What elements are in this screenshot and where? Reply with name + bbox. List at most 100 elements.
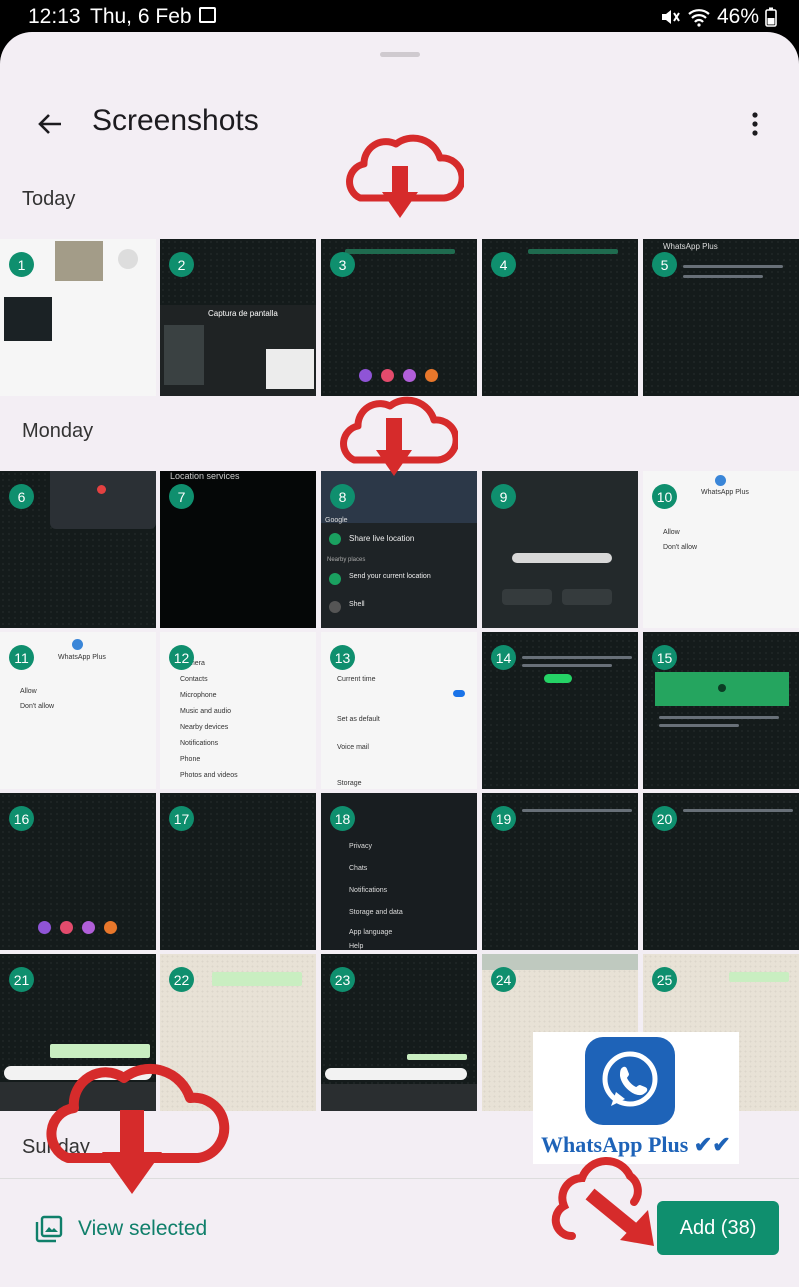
download-cloud-icon	[346, 134, 464, 218]
status-time: 12:13	[28, 5, 81, 28]
thumb-text: App language	[349, 929, 393, 936]
keyboard	[321, 1084, 477, 1111]
toggle-switch	[453, 690, 465, 697]
selection-badge: 20	[652, 806, 677, 831]
selection-badge: 21	[9, 967, 34, 992]
thumbnail-3[interactable]: 3	[321, 239, 477, 396]
text-line	[659, 716, 779, 719]
selection-badge: 3	[330, 252, 355, 277]
thumb-text: Set as default	[337, 716, 380, 723]
place-icon	[329, 601, 341, 613]
thumbnail-17[interactable]: 17	[160, 793, 316, 950]
thumbnail-23[interactable]: 23	[321, 954, 477, 1111]
thumb-text: Microphone	[180, 692, 217, 699]
map-pin-icon	[97, 485, 106, 494]
back-button[interactable]	[30, 104, 70, 144]
chat-bubble	[407, 1054, 467, 1060]
thumb-text: Nearby devices	[180, 724, 229, 731]
thumbnail-8[interactable]: 8 Google Share live location Nearby plac…	[321, 471, 477, 628]
keyboard	[0, 1082, 156, 1111]
selection-badge: 13	[330, 645, 355, 670]
selection-badge: 15	[652, 645, 677, 670]
attach-audio-icon	[425, 369, 438, 382]
battery-percent: 46%	[716, 5, 759, 28]
selection-badge: 11	[9, 645, 34, 670]
whatsapp-logo-icon	[585, 1037, 675, 1125]
thumb-text: Contacts	[180, 676, 208, 683]
more-options-button[interactable]	[738, 104, 772, 144]
thumb-text: Allow	[663, 529, 680, 536]
attach-audio-icon	[104, 921, 117, 934]
selection-badge: 25	[652, 967, 677, 992]
attach-doc-icon	[359, 369, 372, 382]
thumb-text: Voice mail	[337, 744, 369, 751]
quick-tile	[502, 589, 552, 605]
selection-badge: 8	[330, 484, 355, 509]
section-label-today: Today	[22, 188, 76, 210]
chat-bubble	[345, 249, 455, 254]
whatsapp-plus-wordmark: WhatsApp Plus ✔✔	[541, 1132, 731, 1158]
brand-text: WhatsApp Plus	[541, 1132, 689, 1157]
thumb-text: WhatsApp Plus	[663, 242, 718, 251]
bottom-sheet: Screenshots Today Monday 1 2 Captura de …	[0, 32, 799, 1287]
mini-button	[544, 674, 572, 683]
thumbnail-7[interactable]: 7 Location services	[160, 471, 316, 628]
selection-badge: 19	[491, 806, 516, 831]
chat-bubble	[212, 972, 302, 986]
text-line	[683, 809, 793, 812]
thumbnail-22[interactable]: 22	[160, 954, 316, 1111]
thumb-text: Chats	[349, 865, 368, 872]
section-label-sunday: Sunday	[22, 1136, 90, 1158]
thumbnail-10[interactable]: 10 WhatsApp Plus Allow Don't allow	[643, 471, 799, 628]
attach-gallery-icon	[403, 369, 416, 382]
thumbnail-4[interactable]: 4	[482, 239, 638, 396]
thumb-text: WhatsApp Plus	[58, 654, 106, 661]
thumbnail-5[interactable]: 5 WhatsApp Plus	[643, 239, 799, 396]
view-selected-button[interactable]: View selected	[34, 1214, 207, 1244]
text-line	[683, 275, 763, 278]
live-location-icon	[329, 533, 341, 545]
quick-tile	[562, 589, 612, 605]
selection-badge: 4	[491, 252, 516, 277]
thumbnail-1[interactable]: 1	[0, 239, 156, 396]
text-line	[522, 656, 632, 659]
brightness-slider	[512, 553, 612, 563]
selection-badge: 12	[169, 645, 194, 670]
thumb-text: Share live location	[349, 534, 415, 543]
add-button[interactable]: Add (38)	[657, 1201, 779, 1255]
whatsapp-plus-logo: WhatsApp Plus ✔✔	[533, 1032, 739, 1164]
mini-screenshot	[4, 297, 52, 341]
thumbnail-21[interactable]: 21	[0, 954, 156, 1111]
map-card	[50, 471, 156, 529]
thumbnail-11[interactable]: 11 WhatsApp Plus Allow Don't allow	[0, 632, 156, 789]
thumbnail-20[interactable]: 20	[643, 793, 799, 950]
thumbnail-14[interactable]: 14	[482, 632, 638, 789]
arrow-left-icon	[38, 114, 61, 134]
thumbnail-2[interactable]: 2 Captura de pantalla	[160, 239, 316, 396]
selection-badge: 22	[169, 967, 194, 992]
thumbnail-6[interactable]: 6	[0, 471, 156, 628]
page-title: Screenshots	[92, 104, 259, 137]
double-check-icon: ✔✔	[693, 1132, 731, 1157]
thumb-text: Help	[349, 943, 364, 950]
thumbnail-9[interactable]: 9	[482, 471, 638, 628]
text-line	[522, 664, 612, 667]
drag-handle[interactable]	[380, 52, 420, 57]
thumbnail-12[interactable]: 12 Camera Contacts Microphone Music and …	[160, 632, 316, 789]
location-icon	[329, 573, 341, 585]
thumbnail-13[interactable]: 13 Current time Set as default Voice mai…	[321, 632, 477, 789]
thumbnail-15[interactable]: 15	[643, 632, 799, 789]
mute-icon	[661, 10, 680, 24]
text-line	[659, 724, 739, 727]
thumbnail-16[interactable]: 16	[0, 793, 156, 950]
gallery-icon	[199, 7, 216, 23]
text-line	[683, 265, 783, 268]
thumb-text: Don't allow	[20, 703, 55, 710]
attach-camera-icon	[381, 369, 394, 382]
thumbnail-19[interactable]: 19	[482, 793, 638, 950]
thumb-text: Captura de pantalla	[208, 309, 278, 318]
section-label-monday: Monday	[22, 420, 94, 442]
app-icon	[72, 639, 83, 650]
thumb-text: Google	[325, 517, 348, 524]
thumbnail-18[interactable]: 18 Privacy Chats Notifications Storage a…	[321, 793, 477, 950]
